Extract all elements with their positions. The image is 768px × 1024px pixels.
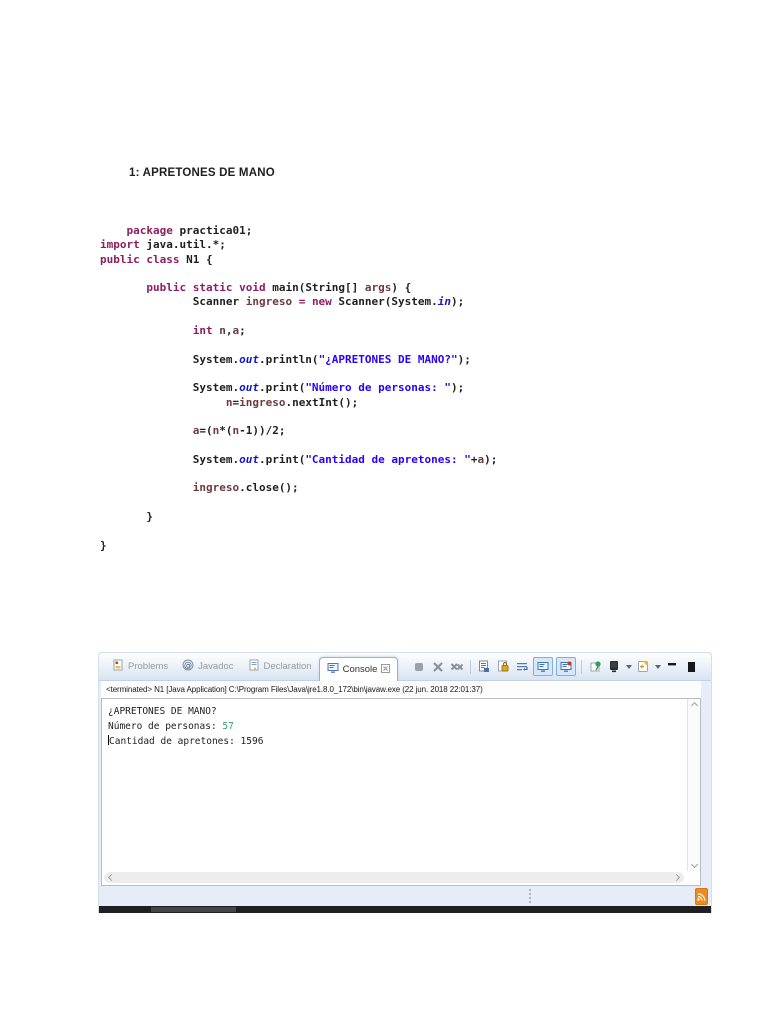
open-console-dropdown-icon[interactable] xyxy=(655,664,661,669)
tab-problems-label: Problems xyxy=(128,661,169,672)
tab-console[interactable]: Console xyxy=(318,657,399,681)
tab-problems[interactable]: Problems xyxy=(105,654,175,680)
feed-icon[interactable] xyxy=(695,888,708,905)
code-line: System.out.print("Número de personas: ")… xyxy=(100,381,465,395)
show-stdout-icon[interactable] xyxy=(533,657,553,676)
tab-javadoc[interactable]: @ Javadoc xyxy=(175,654,240,680)
code-line: Scanner ingreso = new Scanner(System.in)… xyxy=(100,295,465,309)
show-stderr-icon[interactable] xyxy=(556,657,576,676)
javadoc-icon: @ xyxy=(182,659,194,674)
window-bottom-edge xyxy=(99,906,711,913)
console-icon xyxy=(327,662,339,677)
scroll-up-icon[interactable] xyxy=(690,701,699,710)
remove-launch-icon[interactable] xyxy=(430,659,446,675)
code-line: Cantidad de apretones: 1596 xyxy=(108,735,264,748)
console-view: ¿APRETONES DE MANO? Número de personas: 5… xyxy=(101,698,701,886)
document-page: 1: APRETONES DE MANO package practica01;… xyxy=(0,0,768,1024)
code-line: ¿APRETONES DE MANO? xyxy=(108,706,217,717)
scroll-down-icon[interactable] xyxy=(690,860,699,869)
grip-dots-icon xyxy=(529,889,531,903)
scroll-right-icon[interactable] xyxy=(672,873,681,882)
svg-text:@: @ xyxy=(184,661,192,670)
problems-icon xyxy=(112,659,124,674)
code-line: System.out.print("Cantidad de apretones:… xyxy=(100,452,498,466)
code-line: ingreso.close(); xyxy=(192,481,299,495)
launch-status-line: <terminated> N1 [Java Application] C:\Pr… xyxy=(101,681,701,699)
scroll-left-icon[interactable] xyxy=(107,873,116,882)
code-line: public static void main(String[] args) { xyxy=(146,281,412,295)
display-console-dropdown-icon[interactable] xyxy=(626,664,632,669)
eclipse-console-screenshot: Problems @ Javadoc Declaration Console <… xyxy=(98,652,712,913)
console-output[interactable]: ¿APRETONES DE MANO? Número de personas: 5… xyxy=(102,699,687,871)
minimize-icon[interactable] xyxy=(664,659,680,675)
code-line: import java.util.*; xyxy=(100,238,226,252)
vertical-scrollbar[interactable] xyxy=(687,699,700,871)
toolbar-separator xyxy=(581,659,582,674)
remove-all-terminated-icon[interactable] xyxy=(449,659,465,675)
page-title: 1: APRETONES DE MANO xyxy=(129,167,275,179)
declaration-icon xyxy=(248,659,260,674)
code-line: System.out.println("¿APRETONES DE MANO?"… xyxy=(100,352,471,366)
tab-javadoc-label: Javadoc xyxy=(198,661,234,672)
java-code-listing: package practica01; import java.util.*; pu… xyxy=(100,224,497,553)
terminate-icon[interactable] xyxy=(411,659,427,675)
code-line: Número de personas: 57 xyxy=(108,721,234,733)
code-line: } xyxy=(100,509,153,523)
maximize-icon[interactable] xyxy=(683,659,699,675)
display-console-icon[interactable] xyxy=(606,659,622,675)
tab-declaration-label: Declaration xyxy=(263,661,312,672)
clear-console-icon[interactable] xyxy=(476,659,492,675)
code-line: a=(n*(n-1))/2; xyxy=(192,424,286,438)
code-line: } xyxy=(100,538,107,552)
horizontal-scrollbar[interactable] xyxy=(104,872,684,883)
console-toolbar xyxy=(411,657,711,676)
toolbar-separator xyxy=(470,659,471,674)
tab-declaration[interactable]: Declaration xyxy=(241,654,319,680)
window-status-bar xyxy=(99,886,711,906)
code-line: n=ingreso.nextInt(); xyxy=(225,395,359,409)
tab-console-label: Console xyxy=(342,664,378,675)
open-console-icon[interactable] xyxy=(635,659,651,675)
code-line: int n,a; xyxy=(192,324,246,338)
pin-console-icon[interactable] xyxy=(587,659,603,675)
scroll-lock-icon[interactable] xyxy=(495,659,511,675)
word-wrap-icon[interactable] xyxy=(514,659,530,675)
code-line: public class N1 { xyxy=(100,252,213,266)
code-line: package practica01; xyxy=(126,224,253,237)
taskbar-segment xyxy=(151,907,236,912)
tab-close-icon[interactable] xyxy=(381,663,391,676)
view-tab-bar: Problems @ Javadoc Declaration Console xyxy=(99,653,711,681)
